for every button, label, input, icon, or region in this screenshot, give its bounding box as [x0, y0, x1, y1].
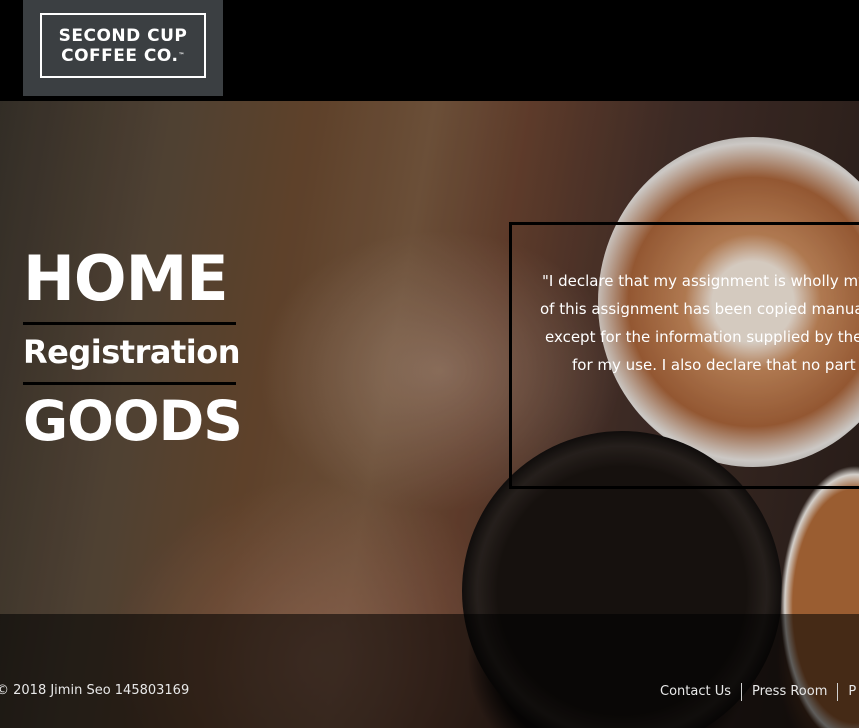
footer-link-press-room[interactable]: Press Room — [741, 683, 837, 701]
declaration-text: "I declare that my assignment is wholly … — [512, 267, 859, 379]
declaration-box: "I declare that my assignment is wholly … — [509, 222, 859, 489]
copyright-text: © 2018 Jimin Seo 145803169 — [0, 683, 190, 698]
site-footer: © 2018 Jimin Seo 145803169 Contact Us Pr… — [0, 614, 859, 728]
declaration-line: except for the information supplied by t… — [545, 328, 859, 346]
nav-registration-link[interactable]: Registration — [23, 325, 240, 382]
declaration-line: "I declare that my assignment is wholly … — [542, 272, 859, 290]
nav-goods-link[interactable]: GOODS — [23, 385, 243, 457]
declaration-line: of this assignment has been copied manua — [540, 300, 859, 318]
declaration-line: for my use. I also declare that no part … — [572, 356, 859, 374]
footer-links: Contact Us Press Room P — [660, 683, 859, 701]
footer-link-contact-us[interactable]: Contact Us — [660, 683, 741, 701]
brand-logo[interactable]: SECOND CUP COFFEE CO.™ — [23, 0, 223, 96]
main-nav: HOME Registration GOODS — [23, 240, 243, 457]
nav-home-link[interactable]: HOME — [23, 240, 236, 322]
logo-line-1: SECOND CUP — [58, 25, 188, 46]
footer-link-truncated[interactable]: P — [837, 683, 859, 701]
site-header: SECOND CUP COFFEE CO.™ — [0, 0, 859, 101]
logo-line-2: COFFEE CO.™ — [61, 45, 185, 66]
logo-frame: SECOND CUP COFFEE CO.™ — [40, 13, 206, 78]
